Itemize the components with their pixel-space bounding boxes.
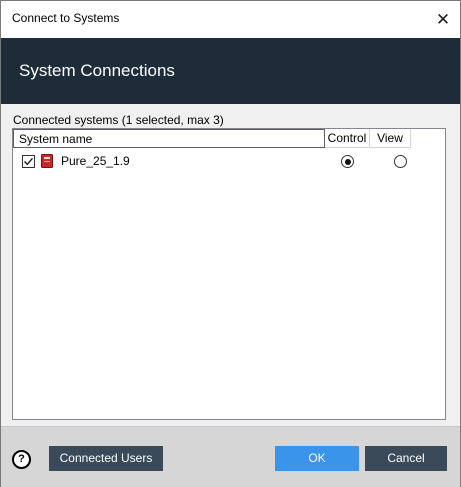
connected-systems-label: Connected systems (1 selected, max 3) — [13, 113, 224, 127]
header-banner: System Connections — [1, 38, 460, 104]
column-header-system-name[interactable]: System name — [13, 129, 325, 148]
title-bar: Connect to Systems ✕ — [1, 1, 460, 38]
cancel-button[interactable]: Cancel — [365, 446, 447, 471]
check-icon — [24, 157, 33, 166]
ok-button[interactable]: OK — [275, 446, 359, 471]
system-icon — [41, 154, 53, 168]
column-header-view[interactable]: View — [370, 129, 411, 148]
dialog-window: Connect to Systems ✕ System Connections … — [0, 0, 461, 487]
help-icon[interactable]: ? — [12, 450, 31, 469]
column-header-control[interactable]: Control — [325, 129, 370, 148]
systems-table: System name Control View Pure_25_1.9 — [12, 128, 446, 420]
control-radio[interactable] — [341, 155, 354, 168]
radio-selected-dot — [344, 158, 351, 165]
view-radio[interactable] — [394, 155, 407, 168]
system-name: Pure_25_1.9 — [61, 154, 130, 168]
window-title: Connect to Systems — [12, 11, 120, 25]
close-icon[interactable]: ✕ — [426, 1, 460, 38]
connected-users-button[interactable]: Connected Users — [49, 446, 163, 471]
system-checkbox[interactable] — [22, 155, 35, 168]
table-row[interactable]: Pure_25_1.9 — [13, 150, 445, 172]
page-title: System Connections — [19, 61, 175, 80]
dialog-footer: ? Connected Users OK Cancel — [1, 426, 460, 487]
